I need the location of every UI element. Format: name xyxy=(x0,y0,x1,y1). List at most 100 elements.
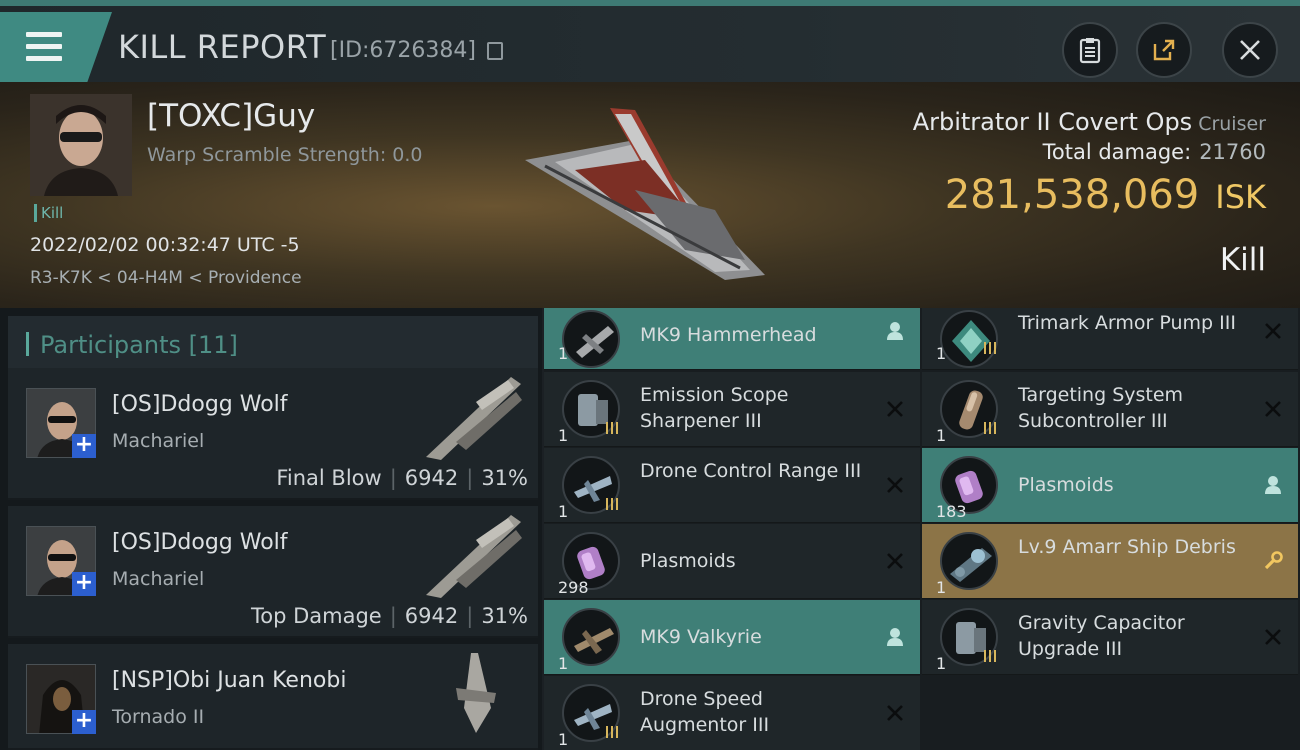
item-quantity: 298 xyxy=(558,578,589,597)
isk-value: 281,538,069 ISK xyxy=(944,172,1266,218)
clipboard-button[interactable] xyxy=(1062,22,1118,78)
participants-header[interactable]: Participants [11] xyxy=(8,316,538,370)
participant-ship: Machariel xyxy=(112,430,205,452)
item-quantity: 1 xyxy=(558,426,569,445)
page-title: KILL REPORT xyxy=(118,28,327,66)
participant-row[interactable]: + [NSP]Obi Juan Kenobi Tornado II xyxy=(8,644,538,750)
item-row[interactable]: 1 Drone Speed Augmentor III xyxy=(544,676,920,750)
add-contact-icon[interactable]: + xyxy=(72,710,96,734)
item-quantity: 183 xyxy=(936,502,967,521)
item-name: Emission Scope Sharpener III xyxy=(640,384,789,432)
tech-level-icon xyxy=(606,726,618,738)
participant-ship-image xyxy=(456,653,496,733)
add-contact-icon[interactable]: + xyxy=(72,434,96,458)
destroyed-x-icon xyxy=(887,705,903,721)
item-quantity: 1 xyxy=(936,654,947,673)
debris-icon xyxy=(940,532,998,590)
item-row[interactable]: 1 Trimark Armor Pump III xyxy=(922,308,1298,370)
victim-avatar[interactable] xyxy=(30,94,132,196)
victim-ship-image xyxy=(525,108,765,280)
item-quantity: 1 xyxy=(558,502,569,521)
share-button[interactable] xyxy=(1136,22,1192,78)
person-icon xyxy=(1265,476,1281,494)
participant-ship-image xyxy=(426,515,522,598)
tech-level-icon xyxy=(984,422,996,434)
kill-location: R3-K7K < 04-H4M < Providence xyxy=(30,268,302,288)
item-name: Gravity Capacitor Upgrade III xyxy=(1018,612,1185,660)
item-name: Drone Speed Augmentor III xyxy=(640,688,770,736)
person-icon xyxy=(887,322,903,340)
close-button[interactable] xyxy=(1222,22,1278,78)
participant-name: [OS]Ddogg Wolf xyxy=(112,392,288,417)
item-name: Trimark Armor Pump III xyxy=(1018,312,1236,334)
victim-name: [TOXC]Guy xyxy=(147,98,316,134)
item-quantity: 1 xyxy=(558,344,569,363)
accent-bar xyxy=(26,332,29,356)
tech-level-icon xyxy=(606,422,618,434)
drone-icon xyxy=(562,608,620,666)
tech-level-icon xyxy=(606,498,618,510)
participants-label: Participants [11] xyxy=(40,331,238,359)
copy-id-icon[interactable] xyxy=(487,42,503,60)
participant-name: [NSP]Obi Juan Kenobi xyxy=(112,668,347,693)
item-name: Plasmoids xyxy=(640,550,736,572)
items-column-right: 1 Trimark Armor Pump III 1 Targeting Sys… xyxy=(922,308,1300,750)
item-quantity: 1 xyxy=(558,654,569,673)
item-quantity: 1 xyxy=(936,426,947,445)
item-name: Lv.9 Amarr Ship Debris xyxy=(1018,536,1236,558)
item-name: Plasmoids xyxy=(1018,474,1114,496)
destroyed-x-icon xyxy=(887,401,903,417)
items-column-left: 1 MK9 Hammerhead 1 Emission Scope Sharpe… xyxy=(544,308,922,750)
tech-level-icon xyxy=(984,342,996,354)
item-row[interactable]: 183 Plasmoids xyxy=(922,448,1298,523)
item-row[interactable]: 1 Gravity Capacitor Upgrade III xyxy=(922,600,1298,675)
clipboard-icon xyxy=(1079,38,1101,64)
total-damage: Total damage: 21760 xyxy=(1042,140,1266,164)
participant-ship: Tornado II xyxy=(112,706,205,728)
participant-stats: Final Blow | 6942 | 31% xyxy=(276,466,528,490)
participants-panel: Participants [11] + [OS]Ddogg Wolf Macha… xyxy=(0,308,542,750)
participant-ship: Machariel xyxy=(112,568,205,590)
person-icon xyxy=(887,628,903,646)
item-row[interactable]: 1 Drone Control Range III xyxy=(544,448,920,523)
ship-class: Cruiser xyxy=(1198,113,1266,135)
participant-name: [OS]Ddogg Wolf xyxy=(112,530,288,555)
kill-timestamp: 2022/02/02 00:32:47 UTC -5 xyxy=(30,234,300,256)
item-row[interactable]: 1 Targeting System Subcontroller III xyxy=(922,372,1298,447)
header-bar: KILL REPORT [ID:6726384] xyxy=(0,0,1300,82)
participant-stats: Top Damage | 6942 | 31% xyxy=(250,604,528,628)
close-icon xyxy=(1240,40,1260,60)
hamburger-menu-icon xyxy=(26,32,62,61)
destroyed-x-icon xyxy=(887,553,903,569)
destroyed-x-icon xyxy=(887,477,903,493)
destroyed-x-icon xyxy=(1265,401,1281,417)
item-row[interactable]: 1 MK9 Hammerhead xyxy=(544,308,920,370)
item-row[interactable]: 1 Emission Scope Sharpener III xyxy=(544,372,920,447)
wrench-icon xyxy=(1264,551,1283,570)
item-row[interactable]: 1 MK9 Valkyrie xyxy=(544,600,920,675)
item-quantity: 1 xyxy=(936,578,947,597)
item-name: MK9 Hammerhead xyxy=(640,324,817,346)
item-name: Targeting System Subcontroller III xyxy=(1018,384,1184,432)
share-icon xyxy=(1153,39,1175,61)
destroyed-x-icon xyxy=(1265,323,1281,339)
warp-scramble-strength: Warp Scramble Strength: 0.0 xyxy=(147,144,423,166)
participant-row[interactable]: + [OS]Ddogg Wolf Machariel Final Blow | 69… xyxy=(8,368,538,500)
item-row[interactable]: 298 Plasmoids xyxy=(544,524,920,599)
item-name: MK9 Valkyrie xyxy=(640,626,762,648)
item-name: Drone Control Range III xyxy=(640,460,862,482)
report-id: [ID:6726384] xyxy=(330,38,476,63)
item-row[interactable]: 1 Lv.9 Amarr Ship Debris xyxy=(922,524,1298,599)
victim-ship-name: Arbitrator II Covert Ops Cruiser xyxy=(912,108,1266,136)
rig-icon xyxy=(940,310,998,368)
participant-row[interactable]: + [OS]Ddogg Wolf Machariel Top Damage | 69… xyxy=(8,506,538,638)
menu-button[interactable] xyxy=(0,12,112,82)
victim-banner: [TOXC]Guy Warp Scramble Strength: 0.0 Ki… xyxy=(0,82,1300,308)
kill-tag: Kill xyxy=(34,204,63,222)
add-contact-icon[interactable]: + xyxy=(72,572,96,596)
result-label: Kill xyxy=(1219,242,1266,278)
drone-icon xyxy=(562,310,620,368)
item-quantity: 1 xyxy=(936,344,947,363)
item-quantity: 1 xyxy=(558,730,569,749)
tech-level-icon xyxy=(984,650,996,662)
